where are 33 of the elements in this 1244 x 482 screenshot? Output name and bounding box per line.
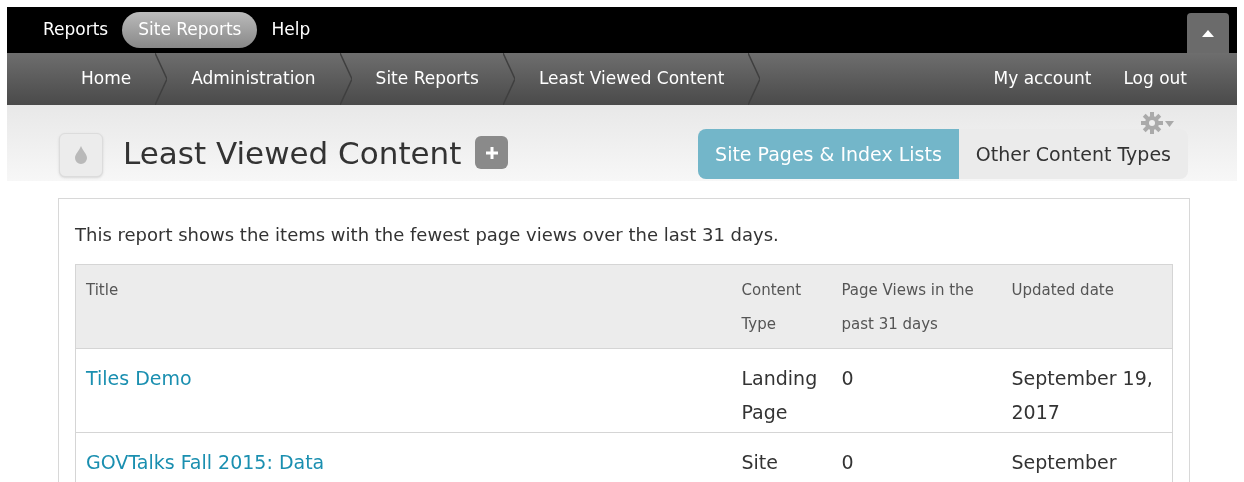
content-link[interactable]: GOVTalks Fall 2015: Data [86,451,325,473]
chevron-separator-icon [748,53,761,105]
report-description: This report shows the items with the fewest page views over the last 31 days. [75,223,780,247]
table-cell: September 19, 2017 [1011,348,1173,433]
tab[interactable]: Other Content Types [958,129,1188,179]
user-link[interactable]: Log out [1123,66,1187,92]
toolbar-link[interactable]: Reports [33,12,119,48]
chevron-separator-icon [502,53,515,105]
settings-button[interactable] [1141,111,1175,135]
column-header: Page Views in the past 31 days [841,264,1012,349]
collapse-button[interactable] [1187,13,1229,53]
add-button[interactable] [475,136,509,169]
breadcrumb-link[interactable]: Home [57,66,156,92]
table-cell: Site [741,432,842,482]
column-header: Content Type [741,264,842,349]
plus-icon [484,145,499,160]
table-cell: Landing Page [741,348,842,433]
page-title: Least Viewed Content [123,138,462,169]
column-header: Title [75,264,742,349]
table-cell: 0 [841,348,1012,433]
chevron-separator-icon [339,53,352,105]
column-header: Updated date [1011,264,1173,349]
user-link[interactable]: My account [993,66,1092,92]
table-cell: September [1011,432,1173,482]
breadcrumb-link[interactable]: Site Reports [351,66,503,92]
toolbar-link[interactable]: Help [261,12,321,48]
droplet-icon [74,145,88,165]
table-cell: 0 [841,432,1012,482]
breadcrumb-link[interactable]: Administration [167,66,340,92]
content-link[interactable]: Tiles Demo [86,367,192,389]
chevron-separator-icon [155,53,168,105]
triangle-up-icon [1202,29,1214,37]
breadcrumb-link[interactable]: Least Viewed Content [514,66,749,92]
